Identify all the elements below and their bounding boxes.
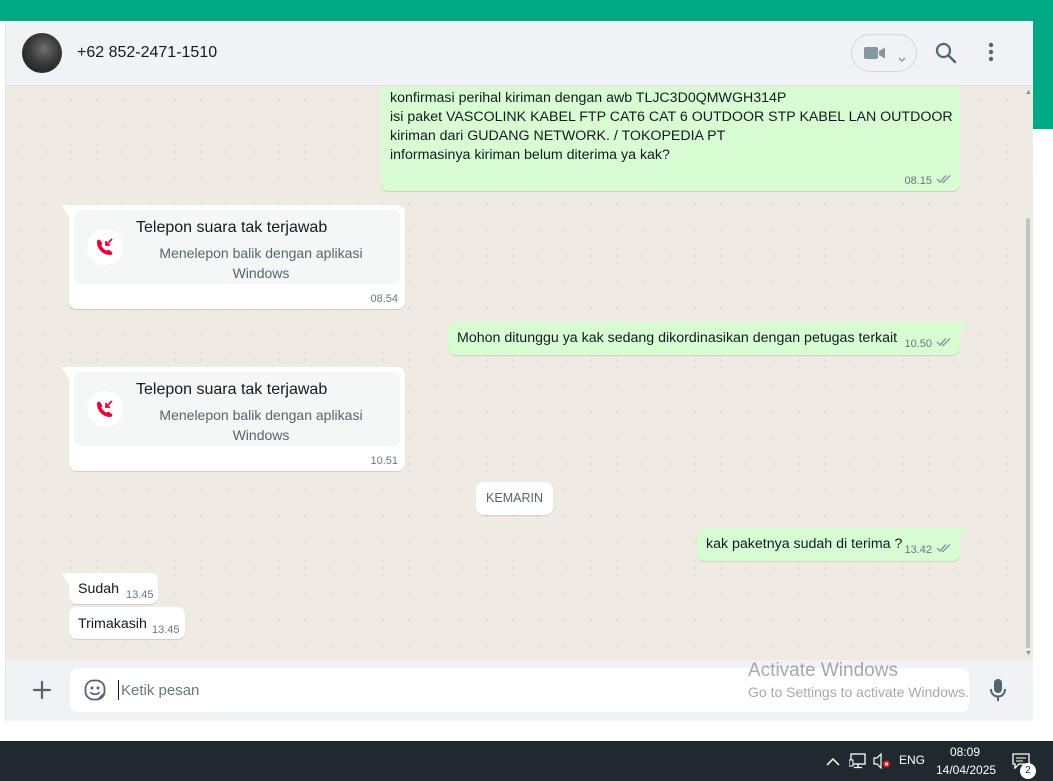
message-time: 13.45: [126, 589, 154, 601]
message-composer: Activate Windows Go to Settings to activ…: [6, 660, 1033, 721]
bubble-tail: [61, 205, 69, 217]
message-meta: 13.42: [905, 541, 952, 557]
message-time: 10.51: [370, 455, 398, 467]
message-time: 10.50: [904, 338, 933, 350]
emoji-icon[interactable]: [84, 679, 106, 706]
message-text: konfirmasi perihal kiriman dengan awb TL…: [390, 90, 953, 163]
double-check-icon: [936, 335, 952, 351]
missed-call-icon: [87, 391, 123, 427]
notification-count-badge: 2: [1020, 763, 1036, 779]
microphone-icon[interactable]: [989, 678, 1007, 707]
message-list[interactable]: konfirmasi perihal kiriman dengan awb TL…: [6, 87, 1033, 660]
scroll-up-icon[interactable]: ▲: [1025, 89, 1032, 96]
clock-date[interactable]: 14/04/2025: [936, 763, 996, 777]
contact-name[interactable]: +62 852-2471-1510: [77, 44, 217, 62]
chat-scrollbar[interactable]: ▲ ▼: [1025, 87, 1032, 660]
video-camera-icon: [864, 46, 886, 65]
message-input-box[interactable]: [70, 668, 969, 712]
missed-call-icon: [87, 229, 123, 265]
clock-time[interactable]: 08:09: [950, 745, 980, 759]
avatar[interactable]: [22, 33, 62, 73]
more-vertical-icon[interactable]: [988, 42, 994, 67]
app-top-bar: [0, 0, 1053, 21]
message-meta: 10.50: [905, 335, 952, 351]
double-check-icon: [936, 541, 952, 557]
missed-call-panel[interactable]: Telepon suara tak terjawab Menelepon bal…: [74, 210, 400, 284]
date-divider: KEMARIN: [476, 482, 553, 515]
message-text: Trimakasih: [78, 616, 147, 632]
scroll-down-icon[interactable]: ▼: [1025, 650, 1032, 657]
language-indicator[interactable]: ENG: [899, 753, 925, 767]
message-time: 08.54: [370, 293, 398, 305]
bubble-tail: [960, 322, 968, 334]
video-call-button[interactable]: [851, 34, 917, 72]
message-text: Mohon ditunggu ya kak sedang dikordinasi…: [457, 330, 898, 346]
right-accent-strip: [1033, 21, 1053, 129]
message-input[interactable]: [121, 668, 741, 712]
call-subtitle: Menelepon balik dengan aplikasi Windows: [159, 407, 363, 443]
call-title: Telepon suara tak terjawab: [136, 381, 328, 398]
message-time: 13.42: [904, 544, 933, 556]
missed-call-card[interactable]: Telepon suara tak terjawab Menelepon bal…: [61, 367, 405, 471]
message-time: 13.45: [152, 624, 180, 636]
missed-call-card[interactable]: Telepon suara tak terjawab Menelepon bal…: [61, 205, 405, 309]
chevron-up-icon[interactable]: [826, 754, 840, 772]
message-time: 08.15: [904, 174, 933, 187]
double-check-icon: [936, 172, 952, 188]
search-icon[interactable]: [935, 42, 957, 69]
bubble-tail: [61, 367, 69, 379]
plus-icon[interactable]: [32, 680, 52, 705]
message-incoming-sudah[interactable]: Sudah 13.45: [61, 573, 158, 604]
call-subtitle: Menelepon balik dengan aplikasi Windows: [159, 245, 363, 281]
message-text: Sudah: [78, 581, 120, 597]
window-bottom-gap: [0, 721, 1053, 741]
chevron-down-icon: [898, 50, 906, 68]
scrollbar-thumb[interactable]: [1026, 218, 1030, 648]
bubble-tail: [61, 573, 69, 585]
missed-call-panel[interactable]: Telepon suara tak terjawab Menelepon bal…: [74, 372, 400, 446]
message-incoming-trimakasih[interactable]: Trimakasih 13.45: [69, 607, 185, 639]
network-icon[interactable]: [848, 753, 867, 774]
windows-taskbar: ENG 08:09 14/04/2025 2: [0, 741, 1053, 781]
chat-window: +62 852-2471-1510 konfirmasi perihal kir…: [6, 21, 1033, 721]
volume-muted-icon[interactable]: [873, 752, 891, 774]
bubble-tail: [960, 528, 968, 540]
message-outgoing-question[interactable]: kak paketnya sudah di terima ? 13.42: [697, 528, 968, 561]
message-outgoing-awb[interactable]: konfirmasi perihal kiriman dengan awb TL…: [381, 87, 960, 191]
message-outgoing-wait[interactable]: Mohon ditunggu ya kak sedang dikordinasi…: [448, 322, 968, 355]
text-caret: [118, 680, 119, 700]
call-title: Telepon suara tak terjawab: [136, 219, 328, 236]
chat-header: +62 852-2471-1510: [6, 21, 1033, 86]
message-meta: 08.15: [905, 172, 952, 188]
message-text: kak paketnya sudah di terima ?: [706, 536, 903, 552]
